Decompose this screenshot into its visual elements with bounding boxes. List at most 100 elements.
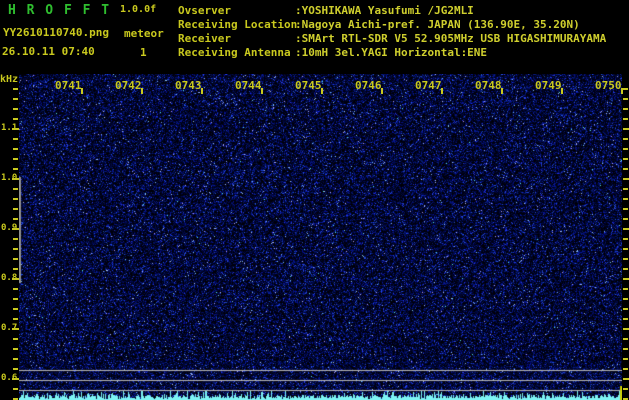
axis-tick	[623, 218, 628, 220]
axis-tick	[623, 208, 628, 210]
axis-tick	[13, 238, 18, 240]
axis-tick	[623, 128, 629, 130]
axis-tick	[13, 298, 18, 300]
minute-tick	[501, 88, 503, 94]
axis-tick	[13, 338, 18, 340]
axis-tick	[623, 268, 628, 270]
time-label: 0749	[535, 79, 562, 92]
axis-tick	[623, 88, 628, 90]
axis-tick	[623, 148, 628, 150]
axis-tick	[623, 188, 628, 190]
header-row: Receiving Location:Nagoya Aichi-pref. JA…	[178, 18, 606, 32]
axis-tick	[623, 378, 629, 380]
axis-tick	[623, 98, 628, 100]
header-row-label: Receiver	[178, 32, 231, 45]
axis-tick	[623, 198, 628, 200]
count-value: 1	[140, 46, 147, 59]
axis-tick	[623, 278, 629, 280]
time-label: 0741	[55, 79, 82, 92]
axis-tick	[13, 188, 18, 190]
axis-tick	[13, 318, 18, 320]
header-row-label: Ovserver	[178, 4, 231, 17]
axis-tick	[13, 248, 18, 250]
axis-tick	[13, 138, 18, 140]
header-row-label: Receiving Antenna	[178, 46, 291, 59]
axis-tick	[13, 218, 18, 220]
time-label: 0747	[415, 79, 442, 92]
axis-tick	[13, 308, 18, 310]
freq-label: 1.0	[1, 173, 18, 183]
axis-tick	[13, 268, 18, 270]
axis-tick	[623, 388, 628, 390]
header-row: Ovserver :YOSHIKAWA Yasufumi /JG2MLI	[178, 4, 606, 18]
axis-tick	[623, 158, 628, 160]
time-label: 0746	[355, 79, 382, 92]
spectrogram-canvas	[19, 74, 622, 400]
observation-datetime: 26.10.11 07:40	[2, 45, 95, 58]
axis-tick	[623, 298, 628, 300]
axis-tick	[623, 118, 628, 120]
output-filename: YY2610110740.png	[3, 26, 109, 39]
axis-tick	[623, 168, 628, 170]
station-info-block: Ovserver:YOSHIKAWA Yasufumi /JG2MLI Recei…	[178, 4, 606, 60]
minute-tick	[81, 88, 83, 94]
time-label: 0748	[475, 79, 502, 92]
app-title: H R O F F T	[8, 3, 111, 18]
freq-label: 0.8	[1, 273, 18, 283]
axis-tick	[13, 198, 18, 200]
axis-tick	[623, 178, 629, 180]
axis-tick	[623, 248, 628, 250]
axis-tick	[13, 388, 18, 390]
axis-tick	[13, 158, 18, 160]
axis-tick	[13, 148, 18, 150]
hrofft-window: H R O F F T 1.0.0f YY2610110740.png mete…	[0, 0, 629, 400]
axis-tick	[623, 348, 628, 350]
minute-tick	[321, 88, 323, 94]
axis-tick	[13, 258, 18, 260]
minute-tick	[141, 88, 143, 94]
header-row-label: Receiving Location	[178, 18, 298, 31]
axis-tick	[623, 308, 628, 310]
header-row: Receiving Antenna :10mH 3el.YAGI Horizont…	[178, 46, 606, 60]
axis-tick	[623, 338, 628, 340]
freq-label: 0.6	[1, 373, 18, 383]
axis-tick	[13, 208, 18, 210]
freq-label: 1.1	[1, 123, 18, 133]
minute-tick	[441, 88, 443, 94]
header-row-value: :SMArt RTL-SDR V5 52.905MHz USB HIGASHIM…	[295, 32, 607, 45]
header-row-value: :YOSHIKAWA Yasufumi /JG2MLI	[295, 4, 474, 17]
axis-tick	[623, 138, 628, 140]
mode-label: meteor	[124, 27, 164, 40]
axis-tick	[623, 258, 628, 260]
axis-tick	[13, 168, 18, 170]
time-label: 0742	[115, 79, 142, 92]
axis-tick	[623, 358, 628, 360]
axis-tick	[623, 368, 628, 370]
axis-tick	[13, 98, 18, 100]
axis-tick	[623, 238, 628, 240]
header-row-value: :10mH 3el.YAGI Horizontal:ENE	[295, 46, 488, 59]
header-row: Receiver :SMArt RTL-SDR V5 52.905MHz USB …	[178, 32, 606, 46]
axis-tick	[623, 318, 628, 320]
axis-tick	[13, 368, 18, 370]
header-row-value: :Nagoya Aichi-pref. JAPAN (136.90E, 35.2…	[295, 18, 580, 31]
axis-tick	[623, 108, 628, 110]
minute-tick	[621, 88, 623, 94]
minute-tick	[561, 88, 563, 94]
time-label: 0745	[295, 79, 322, 92]
freq-label: 0.7	[1, 323, 18, 333]
app-version: 1.0.0f	[120, 4, 157, 15]
axis-tick	[13, 108, 18, 110]
axis-tick	[623, 288, 628, 290]
freq-unit-label: kHz	[0, 74, 19, 85]
time-label: 0744	[235, 79, 262, 92]
time-label: 0750	[595, 79, 622, 92]
axis-tick	[13, 348, 18, 350]
axis-tick	[13, 118, 18, 120]
minute-tick	[201, 88, 203, 94]
axis-tick	[13, 88, 18, 90]
minute-tick	[381, 88, 383, 94]
axis-tick	[13, 288, 18, 290]
axis-tick	[13, 358, 18, 360]
minute-tick	[261, 88, 263, 94]
